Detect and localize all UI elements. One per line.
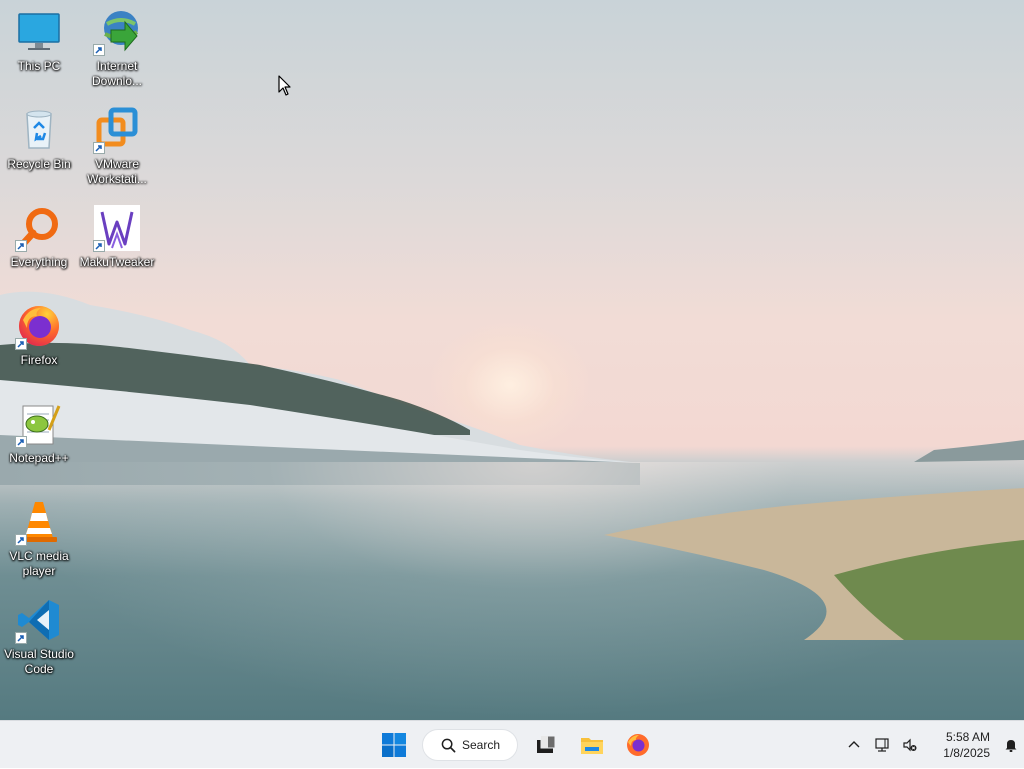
clock-date: 1/8/2025 — [943, 746, 990, 760]
show-hidden-icons-button[interactable] — [840, 729, 868, 761]
shortcut-arrow-icon — [15, 632, 27, 644]
file-explorer-button[interactable] — [572, 725, 612, 765]
firefox-icon — [15, 302, 63, 350]
shortcut-arrow-icon — [15, 436, 27, 448]
volume-muted-icon — [903, 738, 917, 752]
desktop-icon-everything[interactable]: Everything — [2, 204, 76, 270]
desktop-icon-notepadpp[interactable]: Notepad++ — [2, 400, 76, 466]
desktop-icon-label: MakuTweaker — [79, 255, 155, 269]
monitor-icon — [15, 8, 63, 56]
shortcut-arrow-icon — [93, 142, 105, 154]
desktop-icon-label: Visual Studio Code — [4, 647, 74, 676]
bell-icon — [1005, 740, 1017, 752]
firefox-icon — [627, 734, 649, 756]
desktop-icon-label: Internet Downlo... — [91, 59, 143, 88]
vscode-icon — [15, 596, 63, 644]
shortcut-arrow-icon — [15, 534, 27, 546]
firefox-taskbar-button[interactable] — [618, 725, 658, 765]
desktop-icon-label: VMware Workstati... — [87, 157, 147, 186]
taskbar-pinned-apps: Search — [374, 721, 658, 769]
vlc-cone-icon — [15, 498, 63, 546]
desktop-icon-label: Firefox — [20, 353, 58, 367]
network-icon — [875, 738, 889, 752]
desktop-icon-firefox[interactable]: Firefox — [2, 302, 76, 368]
notifications-button[interactable] — [998, 729, 1024, 761]
search-label: Search — [462, 738, 501, 752]
taskbar-clock[interactable]: 5:58 AM 1/8/2025 — [928, 729, 990, 761]
desktop-icon-vmware[interactable]: VMware Workstati... — [80, 106, 154, 187]
vmware-icon — [93, 106, 141, 154]
desktop-icon-label: Notepad++ — [9, 451, 69, 465]
start-button[interactable] — [374, 725, 414, 765]
clock-time: 5:58 AM — [945, 730, 990, 744]
shortcut-arrow-icon — [93, 44, 105, 56]
idm-icon — [93, 8, 141, 56]
file-explorer-icon — [581, 738, 603, 754]
desktop-icon-internet-download-manager[interactable]: Internet Downlo... — [80, 8, 154, 89]
desktop-icon-this-pc[interactable]: This PC — [2, 8, 76, 74]
shortcut-arrow-icon — [93, 240, 105, 252]
desktop-icon-label: This PC — [17, 59, 61, 73]
system-tray: 5:58 AM 1/8/2025 — [840, 721, 1024, 769]
desktop-background: This PC Internet Downlo... Recycle Bin V… — [0, 0, 1024, 720]
taskbar-search-box[interactable]: Search — [422, 729, 518, 761]
desktop-icon-label: Everything — [10, 255, 68, 269]
grassy-bank-right — [604, 440, 1024, 640]
windows-start-icon — [382, 733, 406, 757]
snowy-hill-left — [0, 291, 640, 485]
chevron-up-icon — [848, 741, 860, 748]
recycle-bin-icon — [15, 106, 63, 154]
desktop-icon-vscode[interactable]: Visual Studio Code — [2, 596, 76, 677]
shortcut-arrow-icon — [15, 240, 27, 252]
shortcut-arrow-icon — [15, 338, 27, 350]
volume-button[interactable] — [896, 729, 924, 761]
desktop-icon-label: Recycle Bin — [7, 157, 71, 171]
network-button[interactable] — [868, 729, 896, 761]
desktop-icon-label: VLC media player — [9, 549, 69, 578]
notepadpp-icon — [15, 400, 63, 448]
makutweaker-icon — [93, 204, 141, 252]
mouse-cursor-icon — [278, 75, 291, 96]
task-view-button[interactable] — [526, 725, 566, 765]
desktop-icon-makutweaker[interactable]: MakuTweaker — [80, 204, 154, 270]
everything-search-icon — [15, 204, 63, 252]
search-icon — [441, 738, 456, 752]
task-view-icon — [537, 735, 556, 753]
desktop-icon-vlc[interactable]: VLC media player — [2, 498, 76, 579]
desktop-icon-recycle-bin[interactable]: Recycle Bin — [2, 106, 76, 172]
taskbar: Search 5:58 AM 1/8/2025 — [0, 720, 1024, 768]
